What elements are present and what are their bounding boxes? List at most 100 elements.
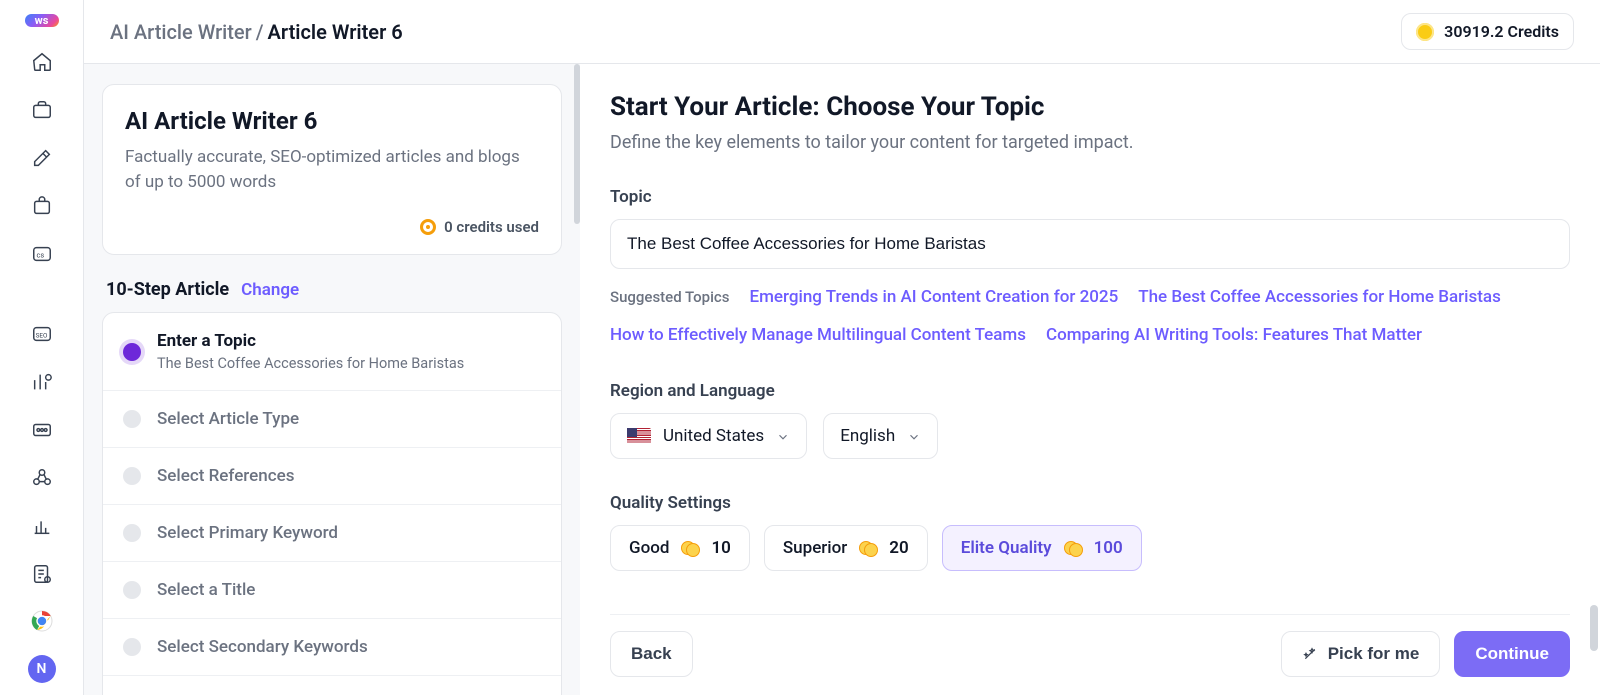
step-title: Select Article Type: [157, 409, 299, 429]
breadcrumb-current: Article Writer 6: [268, 20, 403, 44]
wizard-card-desc: Factually accurate, SEO-optimized articl…: [125, 145, 539, 194]
credits-used: 0 credits used: [125, 218, 539, 236]
quality-cost: 10: [711, 538, 730, 558]
suggested-topic[interactable]: How to Effectively Manage Multilingual C…: [610, 325, 1026, 345]
step-item[interactable]: Select Article Type: [103, 390, 561, 447]
chevron-down-icon: [776, 429, 790, 443]
language-value: English: [840, 426, 895, 446]
chrome-icon[interactable]: [28, 607, 56, 635]
change-link[interactable]: Change: [241, 280, 299, 300]
pick-label: Pick for me: [1328, 644, 1420, 664]
quality-option[interactable]: Elite Quality 100: [942, 525, 1142, 571]
coins-icon: [859, 541, 877, 555]
avatar-initial: N: [37, 661, 47, 677]
step-item[interactable]: Select a Title: [103, 561, 561, 618]
suggested-topic[interactable]: Emerging Trends in AI Content Creation f…: [750, 287, 1119, 307]
seo-icon[interactable]: SEO: [31, 323, 53, 349]
coin-icon: [420, 219, 436, 235]
app-logo[interactable]: ws: [25, 14, 59, 27]
suggested-topic[interactable]: The Best Coffee Accessories for Home Bar…: [1138, 287, 1501, 307]
back-button[interactable]: Back: [610, 631, 693, 677]
step-title: Enter a Topic: [157, 331, 464, 351]
step-dot-icon: [123, 467, 141, 485]
step-sub: The Best Coffee Accessories for Home Bar…: [157, 355, 464, 372]
edit-icon[interactable]: [31, 147, 53, 173]
home-icon[interactable]: [31, 51, 53, 77]
svg-text:SEO: SEO: [35, 332, 47, 340]
nav-icons-bottom: SEO: [31, 323, 53, 589]
breadcrumb: AI Article Writer / Article Writer 6: [110, 20, 403, 44]
continue-button[interactable]: Continue: [1454, 631, 1570, 677]
avatar[interactable]: N: [28, 655, 56, 683]
svg-text:cs: cs: [36, 251, 44, 260]
logo-text: ws: [35, 14, 49, 27]
quality-options: Good 10 Superior 20 Elite Quality 100: [610, 525, 1570, 571]
suggested-topic[interactable]: Comparing AI Writing Tools: Features Tha…: [1046, 325, 1422, 345]
step-item[interactable]: Enter a Topic The Best Coffee Accessories…: [103, 313, 561, 390]
credits-value: 30919.2: [1444, 22, 1503, 41]
region-value: United States: [663, 426, 764, 446]
pick-for-me-button[interactable]: Pick for me: [1281, 631, 1441, 677]
scrollbar[interactable]: [1590, 68, 1598, 691]
topic-input[interactable]: [610, 219, 1570, 269]
region-select[interactable]: United States: [610, 413, 807, 459]
quality-cost: 20: [889, 538, 908, 558]
breadcrumb-parent[interactable]: AI Article Writer: [110, 20, 252, 44]
credits-used-text: 0 credits used: [444, 218, 539, 236]
settings-icon[interactable]: [31, 419, 53, 445]
nav-icons-top: cs: [31, 51, 53, 269]
breadcrumb-sep: /: [256, 20, 264, 44]
credits-label: Credits: [1508, 22, 1559, 41]
chart-icon[interactable]: [31, 515, 53, 541]
wizard-intro-card: AI Article Writer 6 Factually accurate, …: [102, 84, 562, 255]
briefcase-icon[interactable]: [31, 99, 53, 125]
quality-label: Quality Settings: [610, 493, 1570, 513]
step-title: Select Primary Keyword: [157, 523, 338, 543]
bag-icon[interactable]: [31, 195, 53, 221]
wizard-header: 10-Step Article: [106, 279, 229, 300]
back-label: Back: [631, 644, 672, 664]
wizard-panel: AI Article Writer 6 Factually accurate, …: [84, 64, 580, 695]
step-title: Select Secondary Keywords: [157, 637, 368, 657]
quality-name: Superior: [783, 538, 847, 558]
quality-name: Elite Quality: [961, 538, 1052, 558]
credits-pill[interactable]: 30919.2 Credits: [1401, 13, 1574, 50]
step-dot-icon: [123, 410, 141, 428]
coins-icon: [681, 541, 699, 555]
suggested-topics: Suggested Topics Emerging Trends in AI C…: [610, 287, 1570, 345]
wand-icon: [1302, 646, 1318, 662]
quality-option[interactable]: Superior 20: [764, 525, 928, 571]
chevron-down-icon: [907, 429, 921, 443]
cs-icon[interactable]: cs: [31, 243, 53, 269]
step-item[interactable]: Configurations: [103, 675, 561, 695]
step-item[interactable]: Select Primary Keyword: [103, 504, 561, 561]
quality-cost: 100: [1094, 538, 1123, 558]
steps-list: Enter a Topic The Best Coffee Accessories…: [102, 312, 562, 695]
step-item[interactable]: Select References: [103, 447, 561, 504]
coins-icon: [1064, 541, 1082, 555]
continue-label: Continue: [1475, 644, 1549, 664]
step-title: Select References: [157, 466, 294, 486]
language-select[interactable]: English: [823, 413, 938, 459]
step-item[interactable]: Select Secondary Keywords: [103, 618, 561, 675]
step-title: Select a Title: [157, 580, 255, 600]
wizard-card-title: AI Article Writer 6: [125, 107, 539, 135]
quality-option[interactable]: Good 10: [610, 525, 750, 571]
topic-label: Topic: [610, 187, 1570, 207]
integrations-icon[interactable]: [31, 467, 53, 493]
step-dot-icon: [123, 524, 141, 542]
quality-name: Good: [629, 538, 669, 558]
page-subtitle: Define the key elements to tailor your c…: [610, 132, 1570, 153]
region-label: Region and Language: [610, 381, 1570, 401]
step-dot-icon: [123, 343, 141, 361]
content-panel: Start Your Article: Choose Your Topic De…: [580, 64, 1600, 695]
page-title: Start Your Article: Choose Your Topic: [610, 92, 1570, 122]
step-dot-icon: [123, 581, 141, 599]
analytics-icon[interactable]: [31, 371, 53, 397]
flag-us-icon: [627, 428, 651, 444]
coin-icon: [1416, 23, 1434, 41]
footer-actions: Back Pick for me Continue: [610, 614, 1570, 695]
nav-rail: ws cs SEO N: [0, 0, 84, 695]
report-icon[interactable]: [31, 563, 53, 589]
step-dot-icon: [123, 638, 141, 656]
